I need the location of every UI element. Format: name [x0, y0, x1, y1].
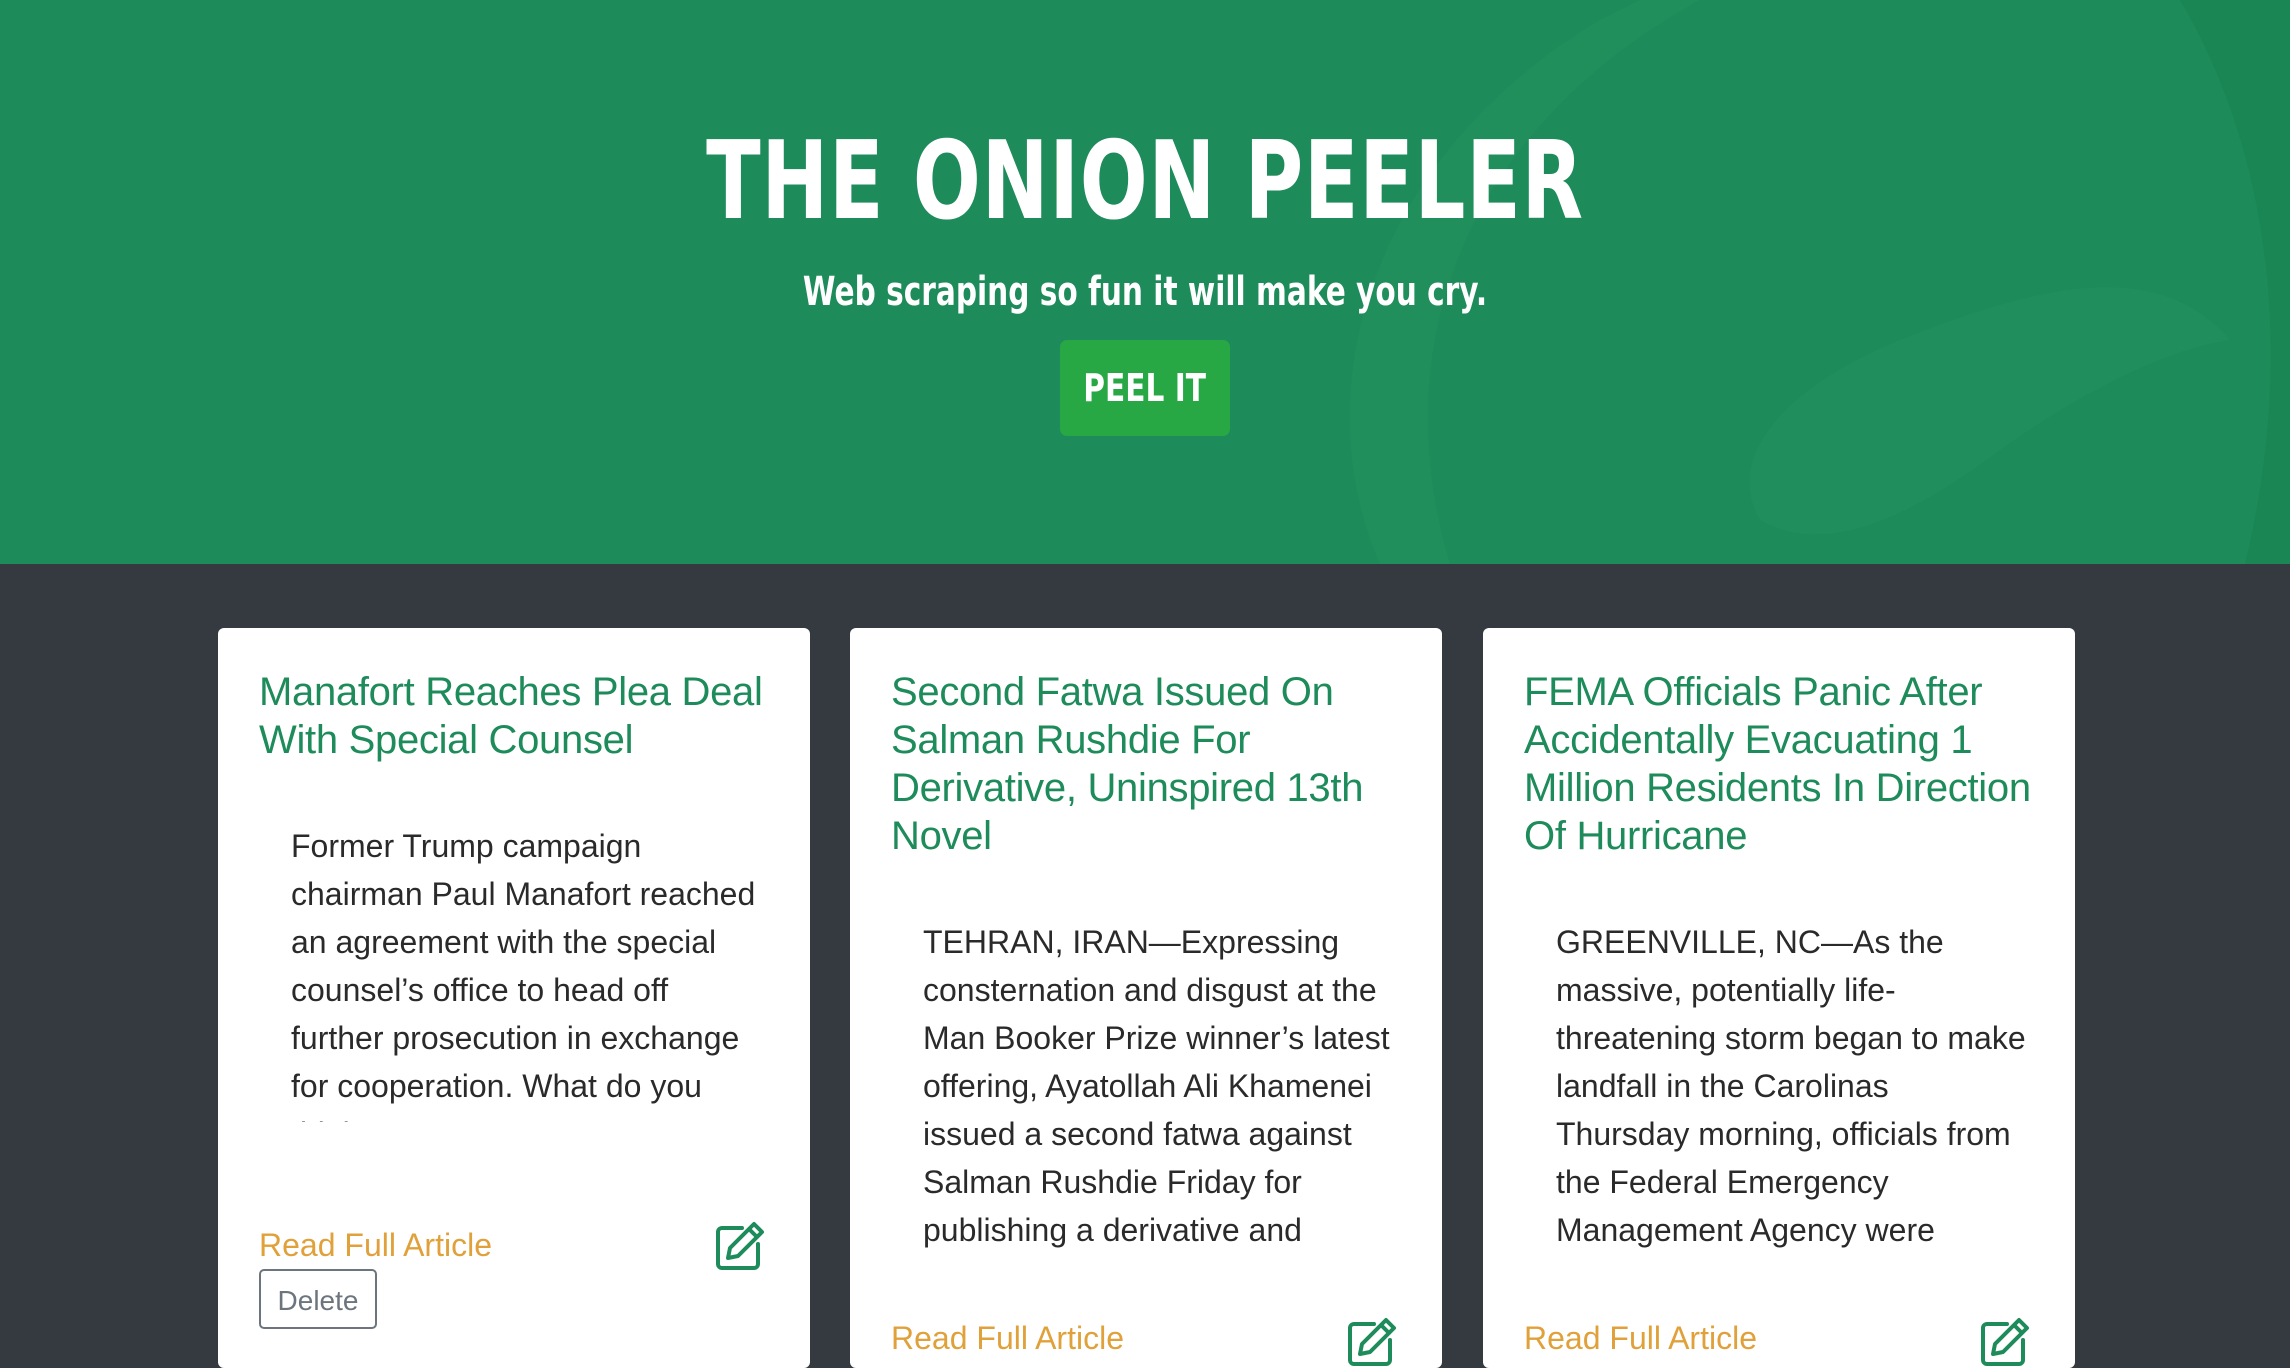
edit-icon[interactable] — [1344, 1314, 1400, 1368]
article-summary: TEHRAN, IRAN—Expressing consternation an… — [923, 924, 1390, 1248]
hero-banner: THE ONION PEELER Web scraping so fun it … — [0, 0, 2290, 564]
delete-button[interactable]: Delete — [259, 1269, 377, 1329]
article-summary: Former Trump campaign chairman Paul Mana… — [291, 828, 756, 1122]
tagline: Web scraping so fun it will make you cry… — [802, 269, 1488, 315]
article-summary: GREENVILLE, NC—As the massive, potential… — [1556, 924, 2026, 1248]
edit-icon[interactable] — [712, 1218, 768, 1274]
article-title: Second Fatwa Issued On Salman Rushdie Fo… — [891, 670, 1364, 858]
article-title: Manafort Reaches Plea Deal With Special … — [259, 670, 763, 762]
article-list: Manafort Reaches Plea Deal With Special … — [218, 628, 2075, 1368]
peel-it-button-label: PEEL IT — [1083, 366, 1207, 410]
edit-icon[interactable] — [1977, 1314, 2033, 1368]
read-full-article-link[interactable]: Read Full Article — [891, 1318, 1124, 1358]
article-card: Manafort Reaches Plea Deal With Special … — [218, 628, 810, 1368]
article-card: Second Fatwa Issued On Salman Rushdie Fo… — [850, 628, 1442, 1368]
article-title: FEMA Officials Panic After Accidentally … — [1524, 670, 2031, 858]
read-full-article-link[interactable]: Read Full Article — [1524, 1318, 1757, 1358]
article-card: FEMA Officials Panic After Accidentally … — [1483, 628, 2075, 1368]
peel-it-button[interactable]: PEEL IT — [1060, 340, 1230, 436]
read-full-article-link[interactable]: Read Full Article — [259, 1225, 492, 1265]
page-title: THE ONION PEELER — [706, 119, 1584, 244]
